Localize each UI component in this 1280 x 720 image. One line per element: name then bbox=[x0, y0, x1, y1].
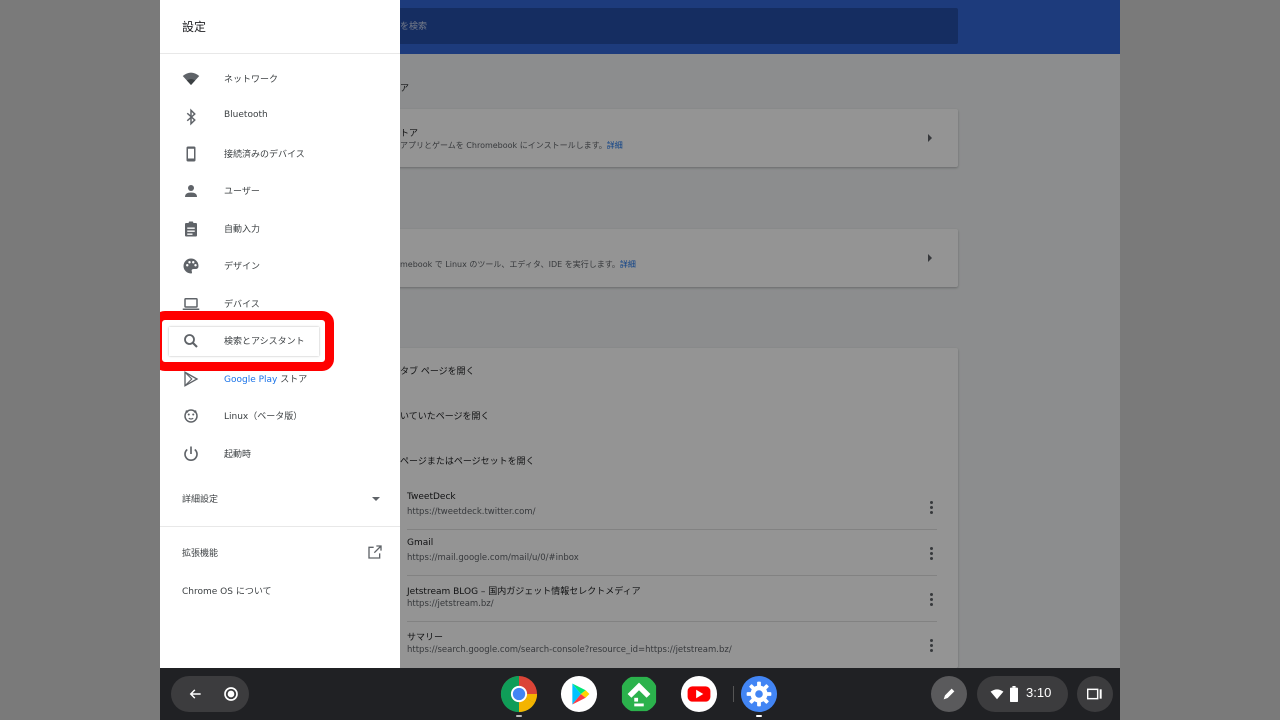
nav-item-design[interactable]: デザイン bbox=[160, 248, 400, 284]
nav-item-label: 検索とアシスタント bbox=[224, 337, 305, 347]
stylus-tools-button[interactable] bbox=[931, 676, 967, 712]
nav-item-search-assistant-content[interactable]: 検索とアシスタント bbox=[160, 323, 400, 359]
nav-item-label: 起動時 bbox=[224, 450, 252, 460]
power-icon bbox=[184, 446, 198, 461]
nav-item-label: 接続済みのデバイス bbox=[224, 150, 305, 160]
settings-icon[interactable] bbox=[740, 675, 778, 713]
nav-item-on-startup[interactable]: 起動時 bbox=[160, 436, 400, 472]
nav-item-autofill[interactable]: 自動入力 bbox=[160, 211, 400, 247]
app-running-indicator bbox=[756, 715, 762, 717]
overview-icon bbox=[1087, 688, 1102, 700]
nav-item-label: デザイン bbox=[224, 262, 261, 272]
nav-item-label: Linux（ベータ版） bbox=[224, 412, 303, 422]
shelf-navigation bbox=[171, 676, 249, 712]
stylus-icon bbox=[943, 688, 955, 700]
open-in-new-icon[interactable] bbox=[367, 544, 383, 560]
bluetooth-icon bbox=[186, 108, 196, 126]
drawer-divider bbox=[160, 53, 400, 54]
palette-icon bbox=[183, 258, 199, 274]
phone-icon bbox=[186, 146, 196, 162]
person-icon bbox=[185, 185, 197, 197]
clipboard-icon bbox=[185, 221, 197, 237]
feedly-icon[interactable] bbox=[620, 675, 658, 713]
nav-item-network[interactable]: ネットワーク bbox=[160, 61, 400, 97]
nav-item-label: ネットワーク bbox=[224, 75, 279, 85]
nav-item-bluetooth[interactable]: Bluetooth bbox=[160, 99, 400, 135]
youtube-icon[interactable] bbox=[680, 675, 718, 713]
chevron-down-icon[interactable] bbox=[372, 497, 380, 501]
advanced-settings-toggle[interactable]: 詳細設定 bbox=[182, 492, 218, 505]
linux-penguin-icon bbox=[184, 409, 198, 423]
wifi-icon bbox=[990, 689, 1004, 700]
app-running-indicator bbox=[516, 715, 522, 717]
status-tray[interactable]: 3:10 bbox=[977, 676, 1068, 712]
home-launcher-icon[interactable] bbox=[223, 686, 239, 702]
clock: 3:10 bbox=[1026, 685, 1052, 700]
chromebook-screen: を検索 ア トア アプリとゲームを Chromebook にインストールします。… bbox=[160, 0, 1120, 720]
about-chrome-os-link[interactable]: Chrome OS について bbox=[182, 584, 272, 597]
back-arrow-icon[interactable] bbox=[189, 687, 203, 701]
extensions-link[interactable]: 拡張機能 bbox=[182, 546, 218, 559]
nav-item-label: ユーザー bbox=[224, 187, 260, 197]
overview-button[interactable] bbox=[1077, 676, 1113, 712]
nav-item-label-rest: ストア bbox=[277, 375, 308, 385]
nav-item-google-play[interactable]: Google Play ストア bbox=[160, 361, 400, 397]
nav-item-label: 自動入力 bbox=[224, 225, 261, 235]
drawer-divider bbox=[160, 526, 400, 527]
battery-icon bbox=[1010, 686, 1018, 702]
search-icon bbox=[184, 334, 198, 348]
play-store-icon[interactable] bbox=[560, 675, 598, 713]
nav-item-label: Bluetooth bbox=[224, 110, 268, 120]
shelf-divider bbox=[733, 686, 734, 702]
nav-item-linux[interactable]: Linux（ベータ版） bbox=[160, 398, 400, 434]
wifi-icon bbox=[182, 72, 200, 85]
shelf: 3:10 bbox=[160, 668, 1120, 720]
play-store-icon bbox=[184, 371, 199, 387]
chrome-icon[interactable] bbox=[500, 675, 538, 713]
nav-item-label: デバイス bbox=[224, 300, 260, 310]
nav-item-connected-devices[interactable]: 接続済みのデバイス bbox=[160, 136, 400, 172]
settings-drawer: 設定 ネットワーク Bluetooth 接続済みのデバイス ユーザー 自動入力 … bbox=[160, 0, 400, 668]
drawer-title: 設定 bbox=[182, 20, 207, 34]
nav-item-users[interactable]: ユーザー bbox=[160, 173, 400, 209]
nav-item-label-brand: Google Play bbox=[224, 375, 278, 385]
